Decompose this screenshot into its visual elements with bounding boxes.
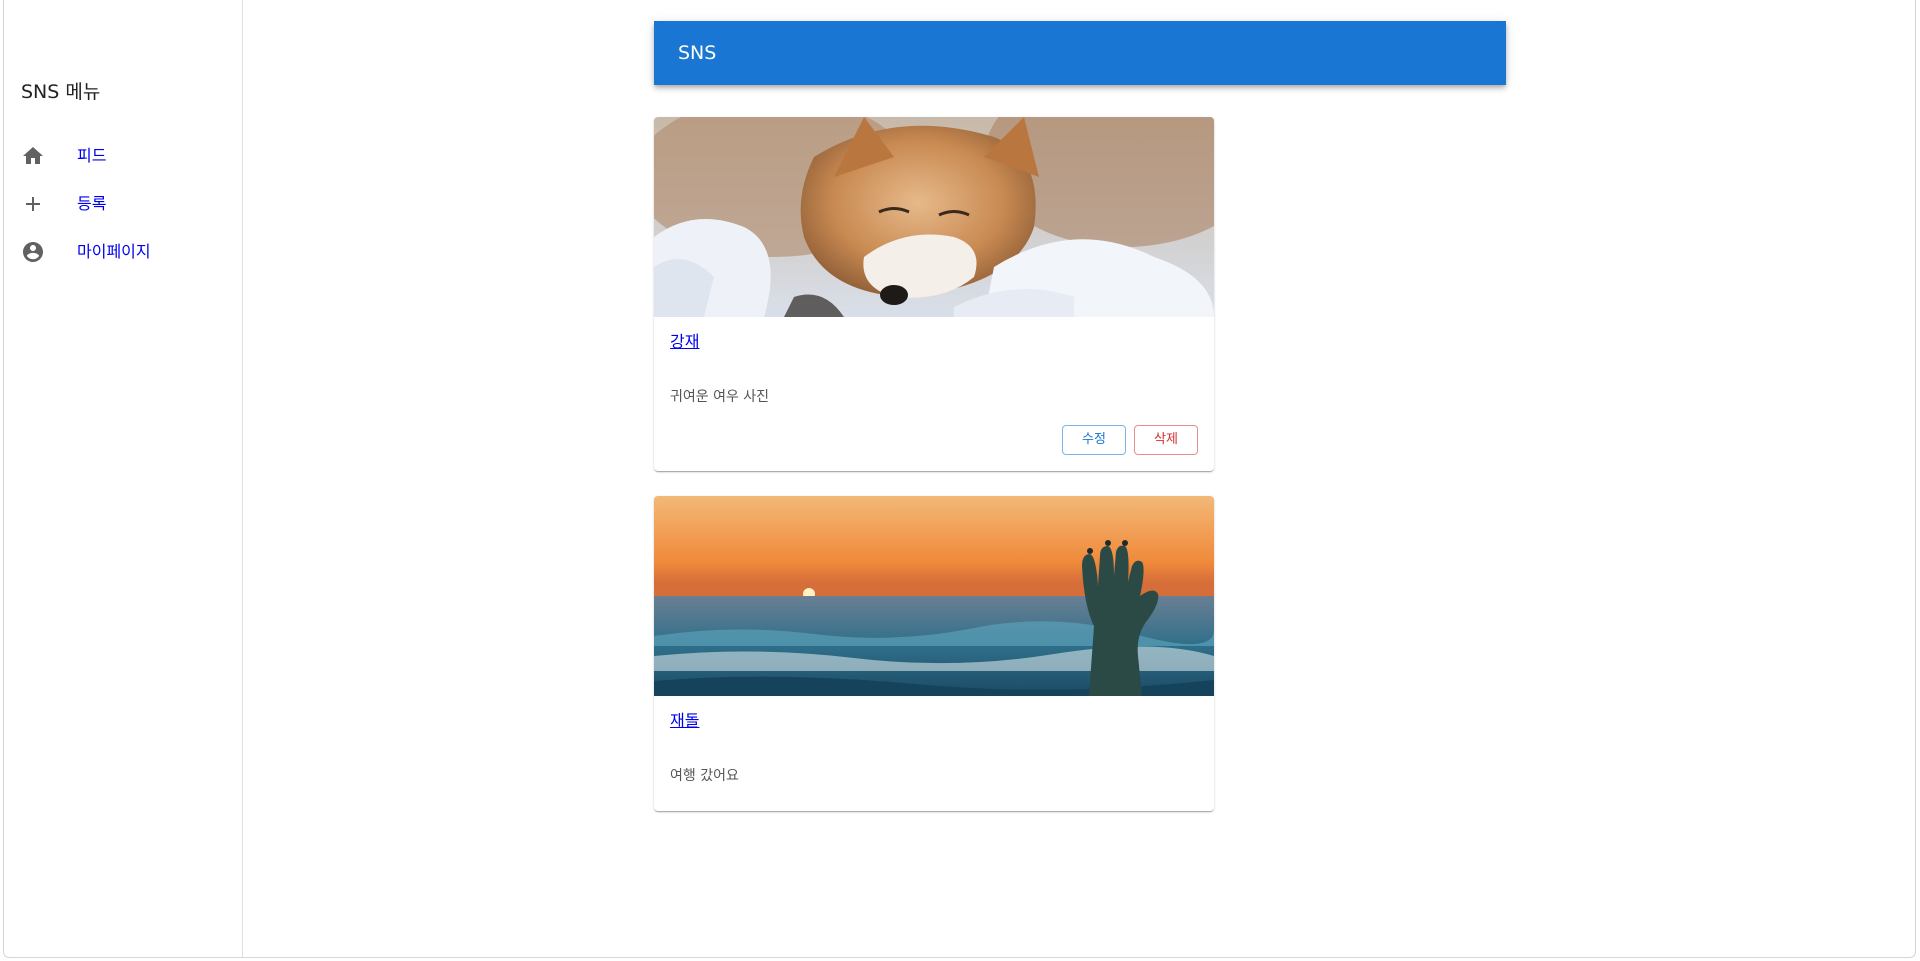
home-icon — [21, 144, 45, 168]
post-card: 강재 귀여운 여우 사진 수정 삭제 — [654, 117, 1214, 471]
post-card: 재돌 여행 갔어요 — [654, 496, 1214, 811]
sidebar-title: SNS 메뉴 — [21, 81, 101, 103]
fox-in-snow-photo — [654, 117, 1214, 317]
app-window: SNS 메뉴 피드 등록 마이페이지 SNS 강재 귀여운 여우 사진 수정 삭… — [3, 0, 1916, 958]
delete-button[interactable]: 삭제 — [1134, 425, 1198, 455]
edit-button[interactable]: 수정 — [1062, 425, 1126, 455]
sidebar-item-label[interactable]: 피드 — [77, 145, 106, 167]
sidebar-item-register[interactable]: 등록 — [4, 184, 242, 224]
main-content: SNS 강재 귀여운 여우 사진 수정 삭제 재돌 여행 갔어요 — [243, 0, 1915, 957]
sidebar-item-label[interactable]: 등록 — [77, 193, 106, 215]
sunset-sea-hand-statue-photo — [654, 496, 1214, 696]
app-bar-title: SNS — [678, 42, 717, 64]
account-circle-icon — [21, 240, 45, 264]
plus-icon — [21, 192, 45, 216]
sidebar-item-feed[interactable]: 피드 — [4, 136, 242, 176]
post-text: 여행 갔어요 — [670, 768, 739, 784]
post-text: 귀여운 여우 사진 — [670, 389, 770, 405]
sidebar: SNS 메뉴 피드 등록 마이페이지 — [4, 0, 243, 957]
post-author-link[interactable]: 재돌 — [670, 710, 699, 732]
post-author-link[interactable]: 강재 — [670, 331, 699, 353]
sidebar-item-mypage[interactable]: 마이페이지 — [4, 232, 242, 272]
sidebar-item-label[interactable]: 마이페이지 — [77, 241, 151, 263]
app-bar: SNS — [654, 21, 1506, 85]
